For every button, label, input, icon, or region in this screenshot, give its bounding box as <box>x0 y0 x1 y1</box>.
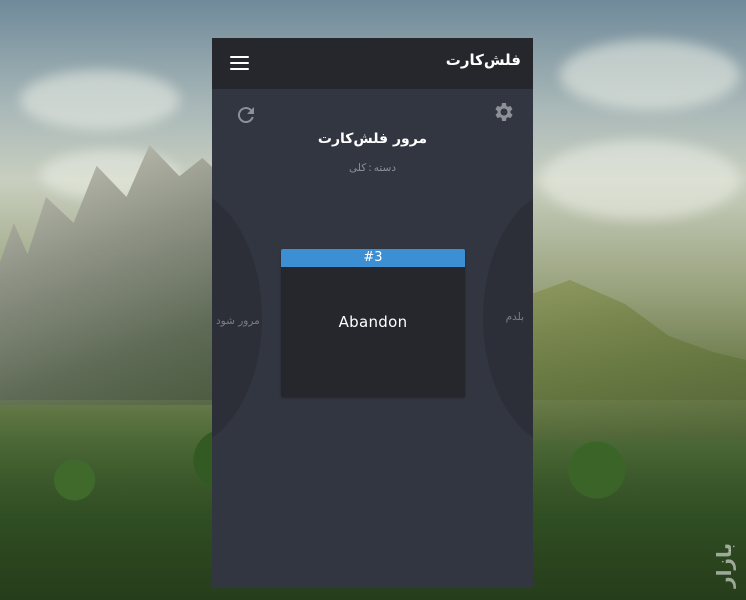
review-title: مرور فلش‌کارت <box>317 131 428 147</box>
card-word: Abandon <box>338 313 408 331</box>
card-number: #3 <box>281 249 465 267</box>
app-title: فلش‌کارت <box>445 51 521 69</box>
flashcard[interactable]: #3 Abandon <box>281 249 465 397</box>
top-bar: فلش‌کارت <box>212 38 533 89</box>
category-label: دسته <box>373 162 397 174</box>
category-separator: : <box>368 162 372 174</box>
category-value: کلی <box>348 162 367 174</box>
watermark: بازار <box>712 543 736 588</box>
know-it-label: بلدم <box>505 311 524 323</box>
category-line: دسته:کلی <box>212 162 533 174</box>
hamburger-menu-icon[interactable] <box>230 56 249 71</box>
review-again-label: مرور شود <box>216 315 260 327</box>
refresh-icon[interactable] <box>234 103 258 127</box>
gear-icon[interactable] <box>491 100 515 124</box>
app-window: فلش‌کارت مرور فلش‌کارت دسته:کلی مرور شود… <box>212 38 533 588</box>
